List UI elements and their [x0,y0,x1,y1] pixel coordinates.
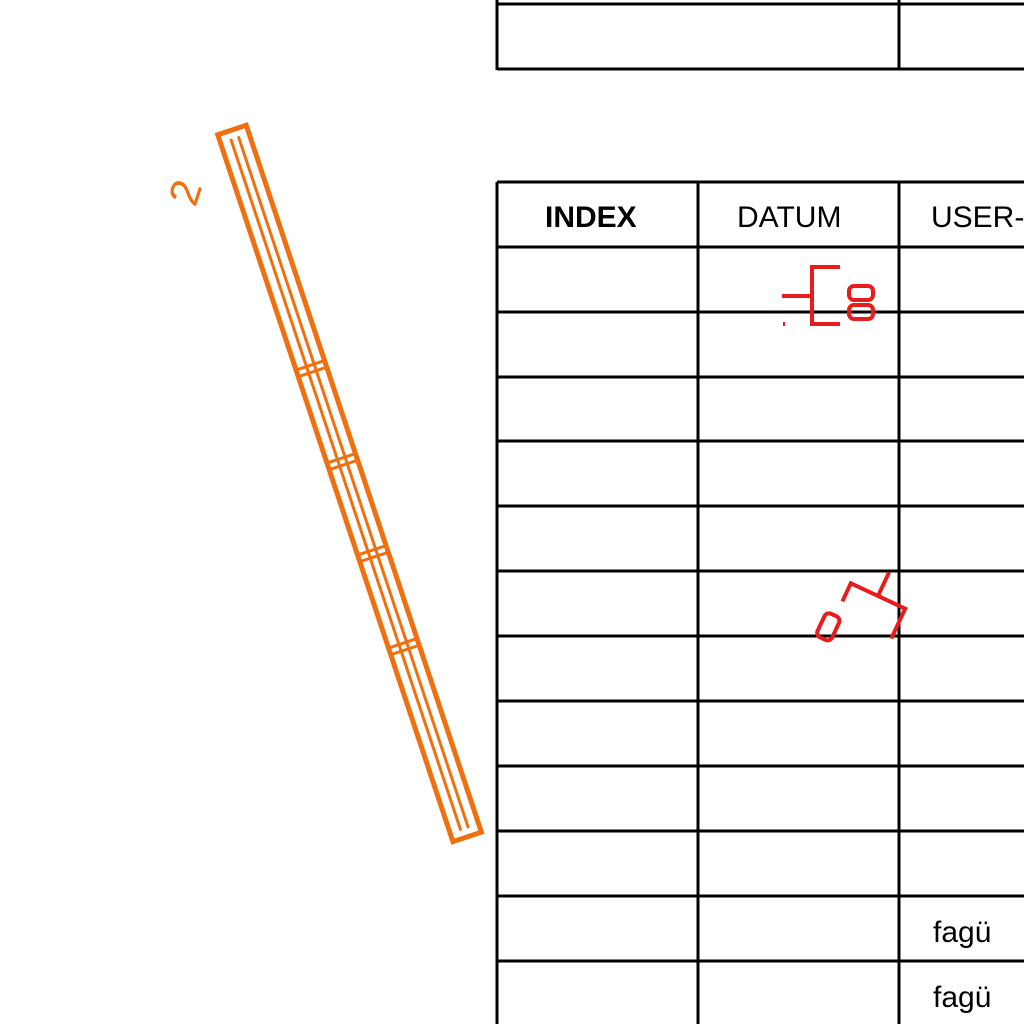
element-number-label: 2 [159,174,211,211]
column-header-index: INDEX [545,201,637,234]
upper-title-block [495,0,1024,71]
column-header-user: USER- [931,201,1024,234]
column-header-datum: DATUM [737,201,842,234]
cad-drawing-canvas: 2 [159,0,1024,1024]
table-cell-user-row11[interactable]: fagü [933,918,991,948]
orange-beam-element[interactable] [214,122,485,845]
table-cell-user-row12[interactable]: fagü [933,983,991,1013]
revision-table-grid [495,180,1024,1024]
red-marker-symbol-1[interactable] [782,265,875,326]
